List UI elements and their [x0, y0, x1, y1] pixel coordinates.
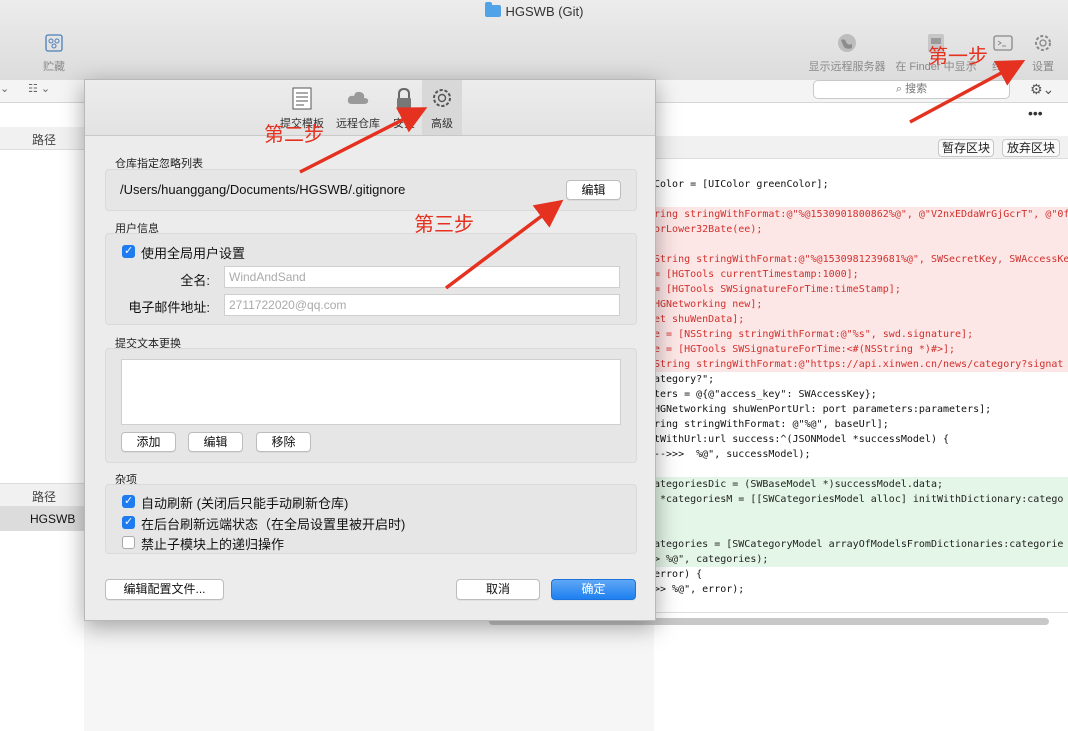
annotation-arrows [299, 60, 1026, 290]
arrow-step1 [909, 60, 1026, 124]
annotation-step3: 第三步 [414, 214, 474, 236]
annotation-step1: 第一步 [928, 46, 988, 68]
annotation-step2: 第二步 [264, 124, 324, 146]
